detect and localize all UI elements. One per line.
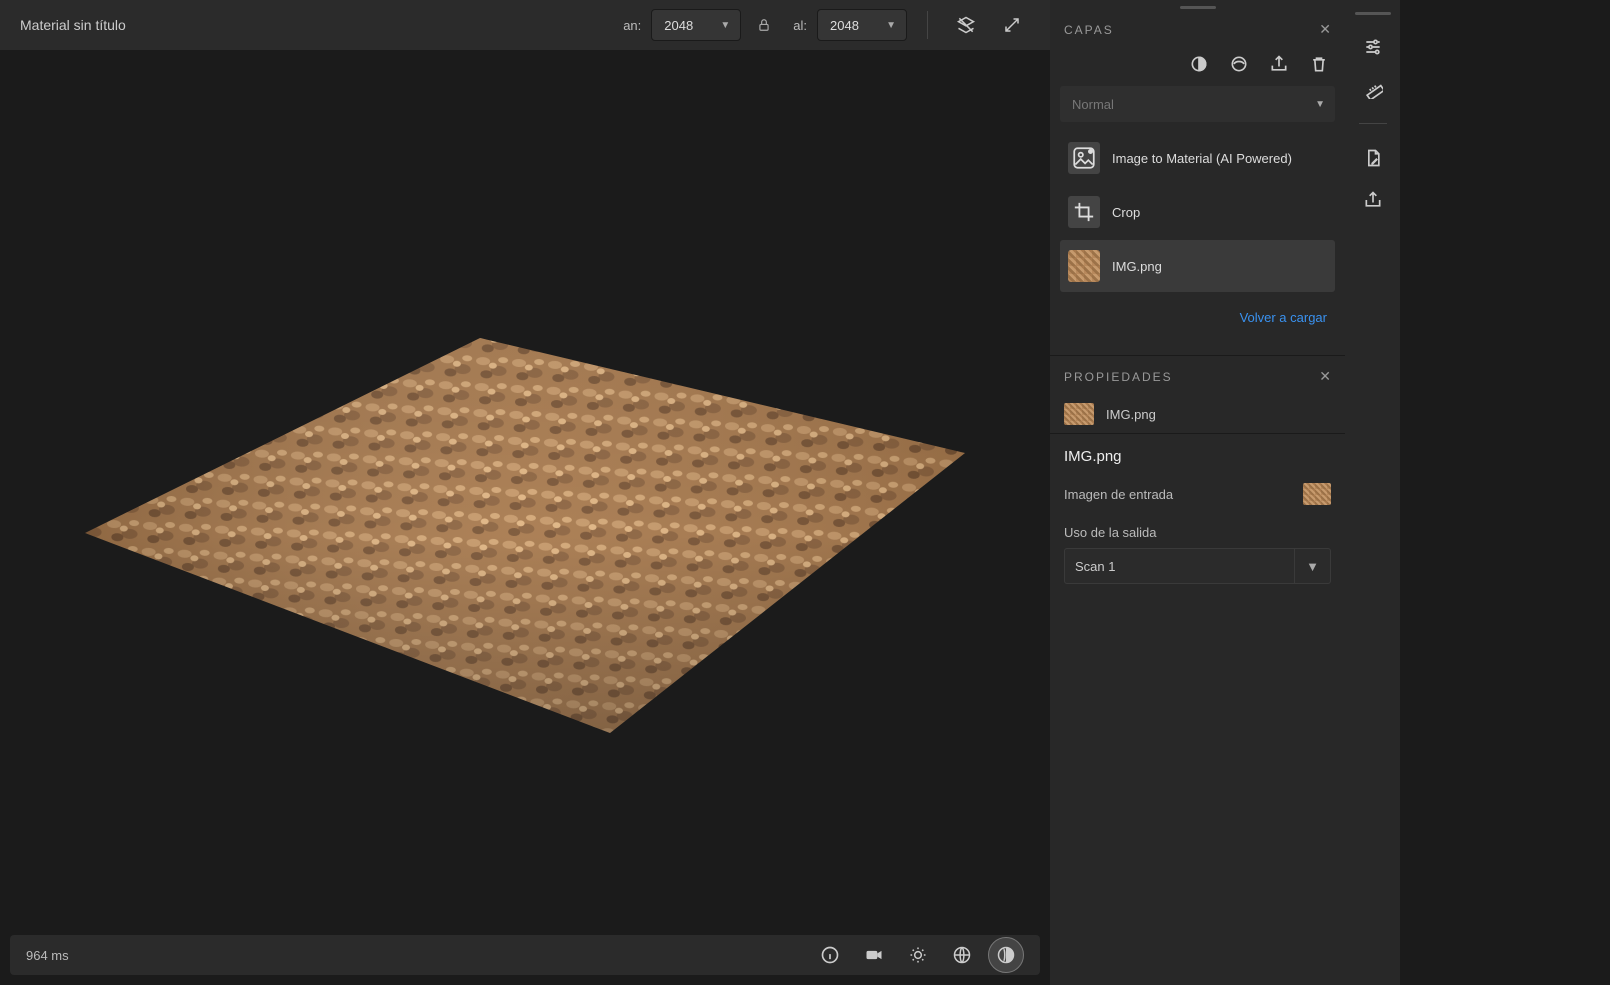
render-time: 964 ms	[26, 948, 804, 963]
image-thumb-icon	[1068, 250, 1100, 282]
panel-grip[interactable]	[1050, 0, 1345, 15]
input-image-label: Imagen de entrada	[1064, 487, 1303, 502]
toolstrip-grip[interactable]	[1355, 8, 1391, 23]
crop-icon	[1068, 196, 1100, 228]
wireframe-button[interactable]	[944, 937, 980, 973]
chevron-down-icon: ▼	[720, 20, 730, 31]
blend-mode-select[interactable]: Normal ▼	[1060, 86, 1335, 122]
properties-item-name: IMG.png	[1106, 407, 1156, 422]
export-layer-icon[interactable]	[1267, 52, 1291, 76]
chevron-down-icon: ▼	[886, 20, 896, 31]
properties-thumb	[1064, 403, 1094, 425]
output-use-select[interactable]: Scan 1 ▼	[1064, 548, 1331, 584]
material-preview-plane	[80, 333, 970, 743]
add-adjustment-layer-icon[interactable]	[1227, 52, 1251, 76]
layer-tools	[1050, 48, 1345, 86]
environment-button[interactable]	[900, 937, 936, 973]
properties-detail-name: IMG.png	[1050, 434, 1345, 473]
chevron-down-icon: ▼	[1315, 99, 1325, 110]
close-layers-icon[interactable]: ✕	[1319, 21, 1331, 38]
add-fill-layer-icon[interactable]	[1187, 52, 1211, 76]
toggle-view-button[interactable]	[948, 7, 984, 43]
blend-mode-value: Normal	[1072, 97, 1114, 112]
info-button[interactable]	[812, 937, 848, 973]
separator	[927, 11, 928, 39]
close-properties-icon[interactable]: ✕	[1319, 368, 1331, 385]
settings-sliders-icon[interactable]	[1355, 29, 1391, 65]
3d-viewport[interactable]: 964 ms	[0, 50, 1050, 985]
ruler-icon[interactable]	[1355, 71, 1391, 107]
reload-row: Volver a cargar	[1050, 294, 1345, 355]
output-use-label-row: Uso de la salida	[1050, 515, 1345, 542]
layer-label: Image to Material (AI Powered)	[1112, 151, 1292, 166]
render-mode-button[interactable]	[988, 937, 1024, 973]
fullscreen-button[interactable]	[994, 7, 1030, 43]
delete-layer-icon[interactable]	[1307, 52, 1331, 76]
properties-title: PROPIEDADES	[1064, 370, 1319, 384]
height-value: 2048	[830, 18, 859, 33]
width-label: an:	[623, 18, 641, 33]
height-label: al:	[793, 18, 807, 33]
height-select[interactable]: 2048 ▼	[817, 9, 907, 41]
toolstrip-separator	[1359, 123, 1387, 124]
properties-header: PROPIEDADES ✕	[1050, 362, 1345, 395]
right-toolstrip	[1345, 0, 1400, 985]
ai-material-icon	[1068, 142, 1100, 174]
layer-list: Image to Material (AI Powered) Crop IMG.…	[1050, 132, 1345, 294]
layer-ai-material[interactable]: Image to Material (AI Powered)	[1060, 132, 1335, 184]
status-bar: 964 ms	[10, 935, 1040, 975]
material-title: Material sin título	[20, 17, 607, 33]
properties-item-row: IMG.png	[1050, 395, 1345, 433]
layer-crop[interactable]: Crop	[1060, 186, 1335, 238]
width-select[interactable]: 2048 ▼	[651, 9, 741, 41]
lock-aspect-icon[interactable]	[753, 14, 775, 36]
layer-label: Crop	[1112, 205, 1140, 220]
layers-header: CAPAS ✕	[1050, 15, 1345, 48]
reload-link[interactable]: Volver a cargar	[1240, 310, 1327, 325]
properties-section: PROPIEDADES ✕ IMG.png IMG.png Imagen de …	[1050, 356, 1345, 598]
camera-button[interactable]	[856, 937, 892, 973]
document-edit-icon[interactable]	[1355, 140, 1391, 176]
input-image-thumb[interactable]	[1303, 483, 1331, 505]
output-use-label: Uso de la salida	[1064, 525, 1331, 540]
layers-title: CAPAS	[1064, 23, 1319, 37]
layer-label: IMG.png	[1112, 259, 1162, 274]
layer-image[interactable]: IMG.png	[1060, 240, 1335, 292]
input-image-field: Imagen de entrada	[1050, 473, 1345, 515]
share-export-icon[interactable]	[1355, 182, 1391, 218]
width-value: 2048	[664, 18, 693, 33]
topbar: Material sin título an: 2048 ▼ al: 2048 …	[0, 0, 1050, 50]
output-use-value: Scan 1	[1075, 559, 1115, 574]
right-panel: CAPAS ✕ Normal ▼ Image to Material (AI P…	[1050, 0, 1345, 985]
chevron-down-icon[interactable]: ▼	[1294, 549, 1330, 583]
